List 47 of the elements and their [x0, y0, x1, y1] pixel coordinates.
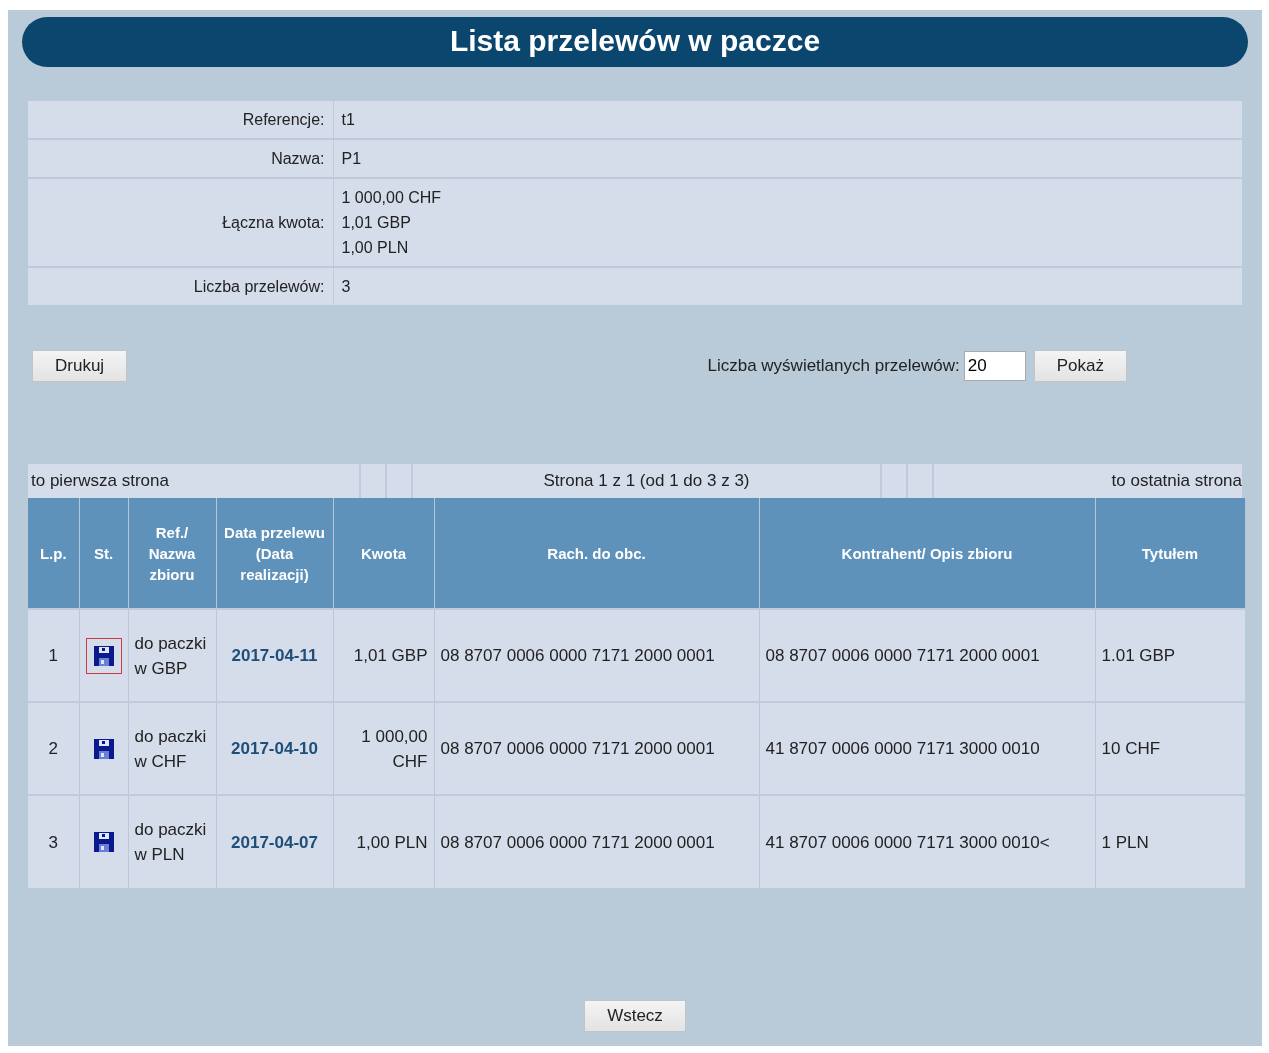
field-label: Liczba przelewów: — [193, 277, 325, 295]
column-header: Kwota — [333, 498, 434, 609]
table-cell: 08 8707 0006 0000 7171 2000 0001 — [434, 702, 759, 795]
table-cell: 3 — [28, 795, 79, 888]
table-cell: 1,01 GBP — [333, 609, 434, 702]
status-cell[interactable] — [85, 637, 122, 674]
table-cell: do paczki w PLN — [128, 795, 216, 888]
table-cell: 2017-04-11 — [216, 609, 333, 702]
field-value: 1,01 GBP — [341, 213, 412, 233]
table-cell: 2017-04-07 — [216, 795, 333, 888]
back-button[interactable]: Wstecz — [584, 1000, 686, 1032]
page-size-label: Liczba wyświetlanych przelewów: — [707, 356, 960, 376]
field-value: P1 — [341, 149, 363, 169]
field-value: 1,00 PLN — [341, 238, 410, 258]
table-cell: 10 CHF — [1095, 702, 1245, 795]
print-button[interactable]: Drukuj — [32, 350, 128, 382]
table-cell: 1,00 PLN — [333, 795, 434, 888]
table-cell: 2 — [28, 702, 79, 795]
first-page-link[interactable]: to pierwsza strona — [28, 464, 359, 498]
table-cell: 1 — [28, 609, 79, 702]
column-header: Kontrahent/ Opis zbioru — [759, 498, 1095, 609]
field-value: 1 000,00 CHF — [341, 188, 443, 208]
table-cell: do paczki w CHF — [128, 702, 216, 795]
table-cell: 08 8707 0006 0000 7171 2000 0001 — [434, 609, 759, 702]
column-header: Tytułem — [1095, 498, 1245, 609]
table-cell: 08 8707 0006 0000 7171 2000 0001 — [434, 795, 759, 888]
field-label: Nazwa: — [271, 149, 325, 167]
table-cell: 1 PLN — [1095, 795, 1245, 888]
table-cell: 08 8707 0006 0000 7171 2000 0001 — [759, 609, 1095, 702]
field-value: t1 — [341, 110, 356, 130]
field-label: Referencje: — [242, 110, 325, 128]
show-button[interactable]: Pokaż — [1033, 350, 1127, 382]
column-header: Data przelewu (Data realizacji) — [216, 498, 333, 609]
page-size-field[interactable]: 20 — [963, 351, 1026, 381]
table-cell: 41 8707 0006 0000 7171 3000 0010 — [759, 702, 1095, 795]
field-value: 3 — [341, 277, 352, 297]
column-header: Ref./ Nazwa zbioru — [128, 498, 216, 609]
page-title: Lista przelewów w paczce — [22, 17, 1248, 67]
column-header: St. — [79, 498, 128, 609]
table-cell: do paczki w GBP — [128, 609, 216, 702]
column-header: L.p. — [28, 498, 79, 609]
table-cell: 1 000,00 CHF — [333, 702, 434, 795]
table-cell: 41 8707 0006 0000 7171 3000 0010< — [759, 795, 1095, 888]
column-header: Rach. do obc. — [434, 498, 759, 609]
table-cell: 2017-04-10 — [216, 702, 333, 795]
field-label: Łączna kwota: — [222, 213, 325, 231]
table-cell: 1.01 GBP — [1095, 609, 1245, 702]
